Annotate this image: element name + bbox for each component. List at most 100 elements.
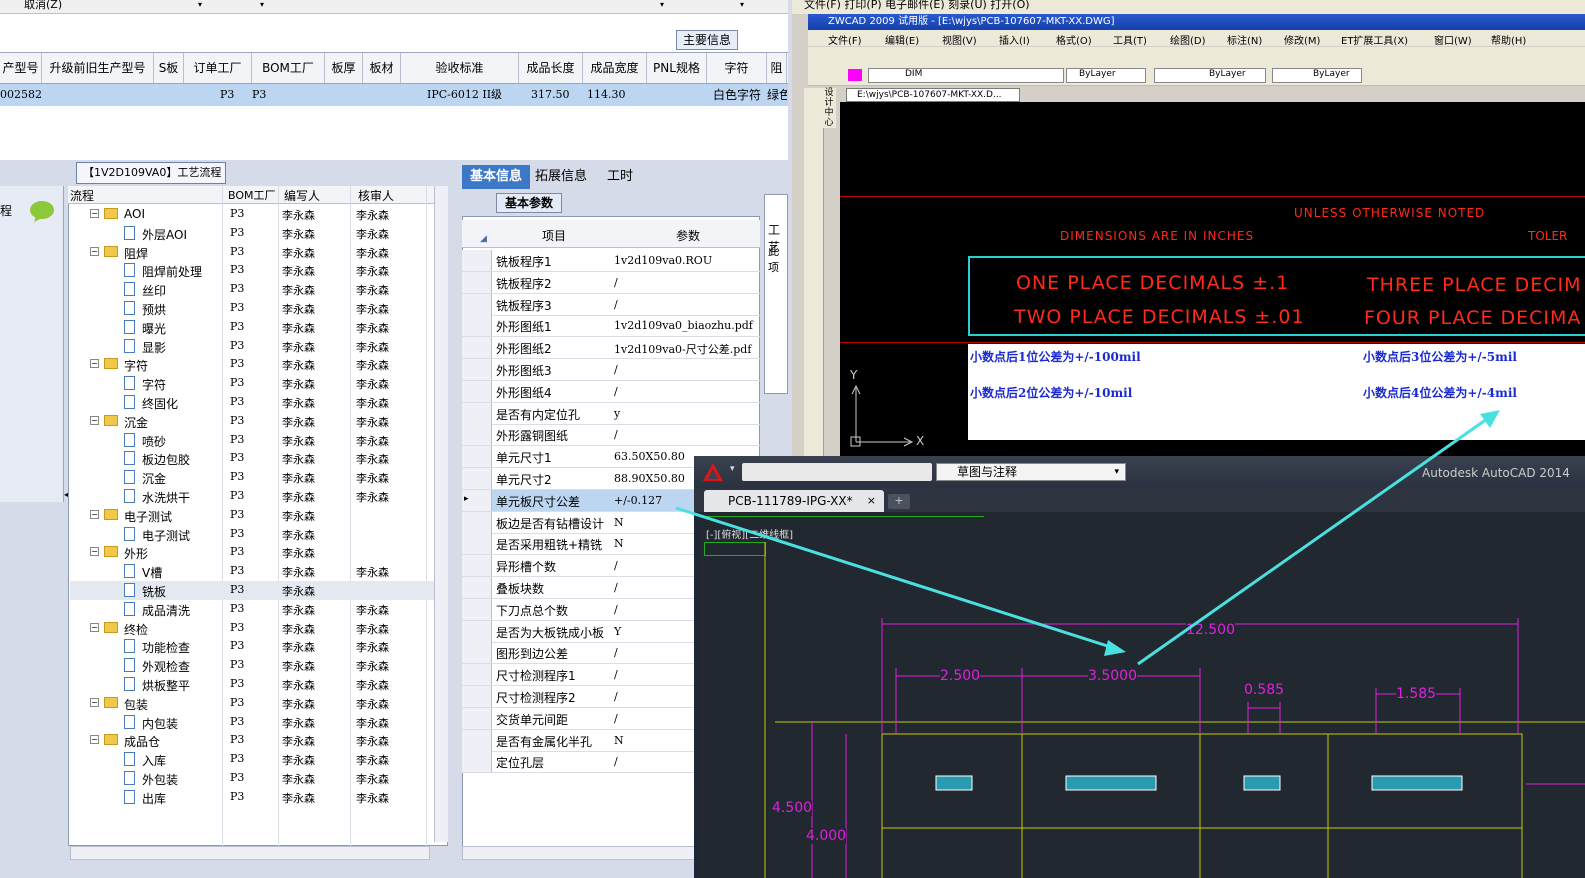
collapse-icon[interactable]: − xyxy=(90,209,99,218)
param-row[interactable]: 铣板程序2 / xyxy=(462,271,760,294)
col-header[interactable]: 项目 xyxy=(542,227,566,244)
row-selector[interactable] xyxy=(462,555,492,577)
param-row[interactable]: 是否有内定位孔 y xyxy=(462,402,760,425)
tree-row[interactable]: 喷砂 P3 李永森 李永森 xyxy=(70,431,446,450)
collapse-icon[interactable]: − xyxy=(90,697,99,707)
param-row[interactable]: 铣板程序1 1v2d109va0.ROU xyxy=(462,250,760,272)
workspace-select[interactable]: 草图与注释 ▾ xyxy=(936,463,1126,481)
col-header[interactable]: BOM工厂 xyxy=(228,187,276,203)
param-value[interactable]: 88.90X50.80 xyxy=(614,472,685,485)
col-header[interactable]: 核审人 xyxy=(358,187,394,204)
param-value[interactable]: / xyxy=(614,298,618,311)
param-value[interactable]: +/-0.127 xyxy=(614,494,662,507)
param-value[interactable]: N xyxy=(614,537,624,550)
tree-row[interactable]: − AOI P3 李永森 李永森 xyxy=(70,205,446,224)
param-row[interactable]: 外形图纸2 1v2d109va0-尺寸公差.pdf xyxy=(462,337,760,360)
row-selector[interactable] xyxy=(462,380,492,402)
col-header[interactable]: 订单工厂 xyxy=(184,53,252,83)
tree-row[interactable]: 入库 P3 李永森 李永森 xyxy=(70,750,446,769)
col-header[interactable]: 编写人 xyxy=(284,187,320,204)
param-row[interactable]: 外形图纸1 1v2d109va0_biaozhu.pdf xyxy=(462,315,760,338)
row-selector[interactable] xyxy=(462,598,492,620)
tree-row[interactable]: 外包装 P3 李永森 李永森 xyxy=(70,769,446,788)
lineweight-select[interactable]: ByLayer xyxy=(1272,68,1362,83)
menu-item[interactable]: ET扩展工具(X) xyxy=(1341,32,1408,47)
param-value[interactable]: N xyxy=(614,734,624,747)
row-selector[interactable] xyxy=(462,402,492,424)
tree-row[interactable]: 功能检查 P3 李永森 李永森 xyxy=(70,637,446,656)
tab-basic-info[interactable]: 基本信息 xyxy=(462,165,530,189)
param-value[interactable]: 1v2d109va0.ROU xyxy=(614,254,712,267)
row-selector[interactable] xyxy=(462,424,492,446)
param-value[interactable]: 1v2d109va0-尺寸公差.pdf xyxy=(614,341,751,357)
linetype-select[interactable]: ByLayer xyxy=(1154,68,1266,83)
tree-row[interactable]: − 终检 P3 李永森 李永森 xyxy=(70,619,446,638)
row-selector[interactable] xyxy=(462,751,492,773)
collapse-icon[interactable]: − xyxy=(90,246,99,256)
row-selector[interactable] xyxy=(462,337,492,359)
menu-item[interactable]: 工具(T) xyxy=(1113,32,1147,47)
menu-item[interactable]: 修改(M) xyxy=(1284,32,1320,47)
param-value[interactable]: N xyxy=(614,516,624,529)
collapse-icon[interactable]: − xyxy=(90,359,99,369)
menu-item[interactable]: 绘图(D) xyxy=(1170,32,1206,47)
param-value[interactable]: / xyxy=(614,712,618,725)
tree-row[interactable]: 预烘 P3 李永森 李永森 xyxy=(70,299,446,318)
design-center-tab[interactable]: 设计中心 xyxy=(822,88,836,128)
param-value[interactable]: 1v2d109va0_biaozhu.pdf xyxy=(614,319,753,332)
tree-row[interactable]: 终固化 P3 李永森 李永森 xyxy=(70,393,446,412)
collapse-icon[interactable]: − xyxy=(90,415,99,425)
param-value[interactable]: / xyxy=(614,603,618,616)
tree-row[interactable]: 成品清洗 P3 李永森 李永森 xyxy=(70,600,446,619)
tree-row[interactable]: 水洗烘干 P3 李永森 李永森 xyxy=(70,487,446,506)
row-selector[interactable] xyxy=(462,511,492,533)
param-value[interactable]: Y xyxy=(614,625,621,638)
param-value[interactable]: / xyxy=(614,668,618,681)
col-header[interactable]: 流程 xyxy=(70,187,94,204)
comment-icon[interactable] xyxy=(28,200,56,222)
col-header[interactable]: 板厚 xyxy=(325,53,363,83)
zwcad-draw-toolbar[interactable] xyxy=(804,88,824,460)
collapse-icon[interactable]: − xyxy=(90,622,99,632)
tree-row[interactable]: 显影 P3 李永森 李永森 xyxy=(70,337,446,356)
row-selector[interactable] xyxy=(462,642,492,664)
param-value[interactable]: 63.50X50.80 xyxy=(614,450,685,463)
zwcad-canvas[interactable]: UNLESS OTHERWISE NOTED DIMENSIONS ARE IN… xyxy=(840,102,1585,457)
table-row[interactable]: 002582 P3 P3 IPC-6012 II级 317.50 114.30 … xyxy=(0,84,788,106)
chevron-down-icon[interactable]: ▾ xyxy=(198,0,202,9)
tree-row[interactable]: 板边包胶 P3 李永森 李永森 xyxy=(70,449,446,468)
tree-row[interactable]: − 字符 P3 李永森 李永森 xyxy=(70,355,446,374)
param-value[interactable]: / xyxy=(614,428,618,441)
tree-row[interactable]: 字符 P3 李永森 李永森 xyxy=(70,374,446,393)
collapse-icon[interactable]: − xyxy=(90,547,99,557)
row-selector[interactable] xyxy=(462,271,492,293)
param-row[interactable]: 外形图纸3 / xyxy=(462,359,760,381)
col-header[interactable]: S板 xyxy=(154,53,184,83)
tab-basic-params[interactable]: 基本参数 xyxy=(496,193,562,213)
tree-row[interactable]: − 包装 P3 李永森 李永森 xyxy=(70,694,446,713)
tree-row[interactable]: V槽 P3 李永森 李永森 xyxy=(70,562,446,581)
col-header[interactable]: 参数 xyxy=(676,227,700,244)
tree-row[interactable]: − 沉金 P3 李永森 李永森 xyxy=(70,412,446,431)
param-value[interactable]: / xyxy=(614,363,618,376)
collapse-icon[interactable]: − xyxy=(90,509,99,519)
row-selector[interactable] xyxy=(462,729,492,751)
tree-row[interactable]: 烘板整平 P3 李永森 李永森 xyxy=(70,675,446,694)
row-selector[interactable] xyxy=(462,533,492,555)
param-row[interactable]: 外形图纸4 / xyxy=(462,380,760,403)
row-selector[interactable]: ▸ xyxy=(462,489,492,511)
param-value[interactable]: / xyxy=(614,690,618,703)
tree-row[interactable]: − 外形 P3 李永森 xyxy=(70,543,446,562)
tab-main-info[interactable]: 主要信息 xyxy=(676,30,738,50)
col-header[interactable]: 成品宽度 xyxy=(583,53,647,83)
close-icon[interactable]: × xyxy=(867,490,876,512)
col-header[interactable]: BOM工厂 xyxy=(252,53,325,83)
chevron-down-icon[interactable]: ▾ xyxy=(660,0,664,9)
tree-row[interactable]: − 阻焊 P3 李永森 李永森 xyxy=(70,243,446,262)
menu-item[interactable]: 插入(I) xyxy=(999,32,1030,47)
new-tab-button[interactable]: + xyxy=(888,494,910,509)
autocad-doc-tab[interactable]: PCB-111789-IPG-XX* × xyxy=(704,490,884,512)
scrollbar[interactable] xyxy=(70,846,430,860)
tree-row[interactable]: 阻焊前处理 P3 李永森 李永森 xyxy=(70,261,446,280)
row-selector[interactable] xyxy=(462,707,492,729)
